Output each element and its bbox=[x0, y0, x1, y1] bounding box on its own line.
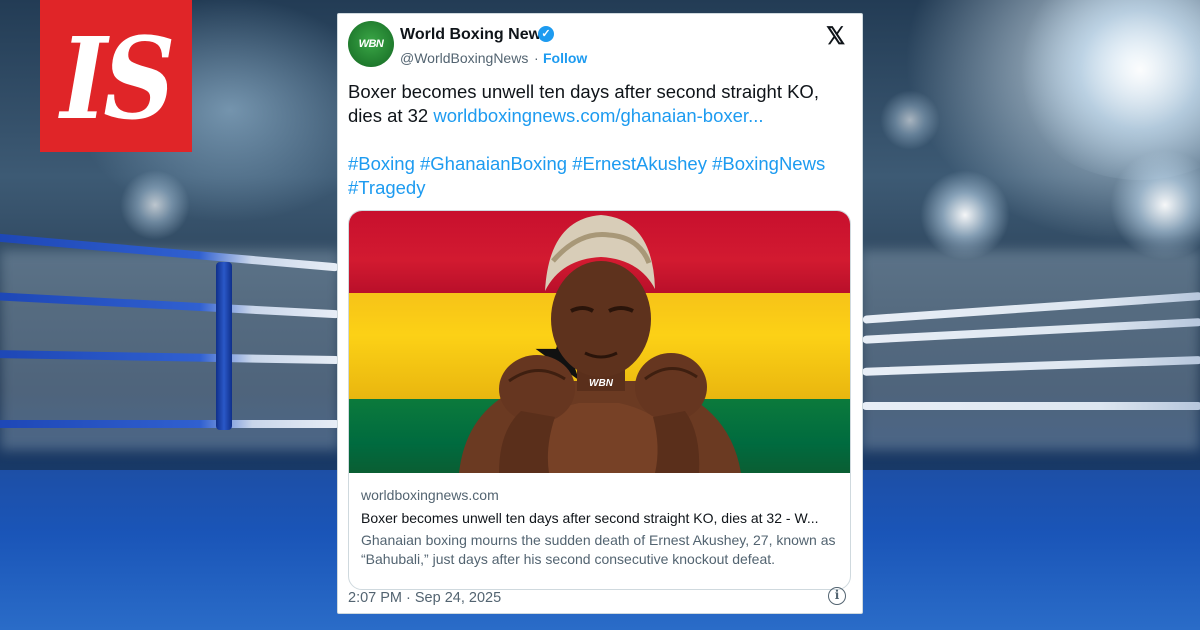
avatar-text: WBN bbox=[358, 38, 384, 50]
tweet-text: Boxer becomes unwell ten days after seco… bbox=[348, 80, 853, 128]
hashtag-list: #Boxing #GhanaianBoxing #ErnestAkushey #… bbox=[348, 152, 853, 200]
account-name[interactable]: World Boxing News bbox=[400, 26, 550, 44]
tweet-timestamp[interactable]: 2:07 PM · Sep 24, 2025 bbox=[348, 590, 501, 606]
preview-description: Ghanaian boxing mourns the sudden death … bbox=[361, 532, 836, 567]
hashtag[interactable]: #ErnestAkushey bbox=[572, 153, 707, 174]
hashtag[interactable]: #Boxing bbox=[348, 153, 415, 174]
is-logo-text: IS bbox=[60, 12, 176, 146]
article-link[interactable]: worldboxingnews.com/ghanaian-boxer... bbox=[433, 105, 763, 126]
separator-dot: · bbox=[534, 50, 539, 66]
is-publisher-logo: IS bbox=[40, 0, 192, 152]
boxer-photo: WBN bbox=[459, 215, 741, 473]
verified-badge-icon: ✓ bbox=[538, 26, 554, 42]
hashtag[interactable]: #BoxingNews bbox=[712, 153, 825, 174]
link-preview-card[interactable]: ★ WBN worldboxingnews.com Boxer becomes … bbox=[348, 210, 851, 590]
preview-title[interactable]: Boxer becomes unwell ten days after seco… bbox=[361, 510, 841, 526]
ghana-flag-image: ★ WBN bbox=[349, 211, 850, 473]
follow-button[interactable]: Follow bbox=[543, 50, 587, 66]
x-logo-icon[interactable]: 𝕏 bbox=[826, 22, 845, 51]
hashtag[interactable]: #GhanaianBoxing bbox=[420, 153, 567, 174]
account-avatar[interactable]: WBN bbox=[348, 21, 394, 67]
image-watermark: WBN bbox=[589, 378, 614, 389]
preview-domain: worldboxingnews.com bbox=[361, 487, 499, 503]
info-icon[interactable]: i bbox=[828, 587, 846, 605]
hashtag[interactable]: #Tragedy bbox=[348, 177, 425, 198]
tweet-card[interactable]: WBN World Boxing News ✓ @WorldBoxingNews… bbox=[337, 13, 863, 614]
account-handle[interactable]: @WorldBoxingNews bbox=[400, 50, 528, 66]
